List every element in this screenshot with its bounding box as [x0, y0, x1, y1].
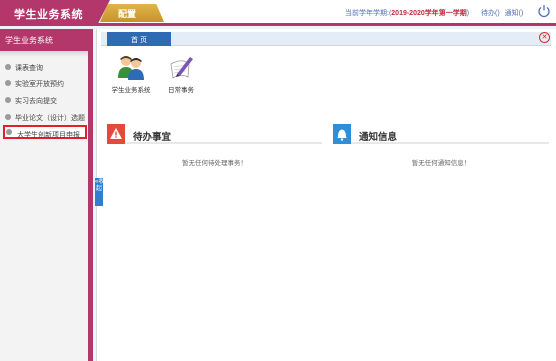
- main-content: 首 页 ✕ 学生业务系统 日常事务 待办事宜 暂无任何待处理事务！ 通知信息 暂…: [96, 29, 556, 361]
- sidebar-item-label: 毕业论文（设计）选题: [15, 115, 85, 122]
- sidebar-item-thesis[interactable]: 毕业论文（设计）选题: [3, 110, 87, 124]
- top-bar: 学生业务系统 配置 当前学年学期:(2019-2020学年第一学期) 待办() …: [0, 0, 556, 26]
- todo-panel-title: 待办事宜: [133, 132, 172, 143]
- current-term: 当前学年学期:(2019-2020学年第一学期): [345, 8, 469, 18]
- brand-title: 学生业务系统: [14, 9, 83, 21]
- sidebar-item-innovation[interactable]: 大学生创新项目申报: [3, 125, 87, 139]
- sidebar-menu: 学生业务系统 课表查询 实验室开放预约 实习去向提交 毕业论文（设计）选题 大学…: [0, 29, 88, 361]
- bullet-icon: [6, 129, 12, 135]
- bell-icon: [333, 124, 351, 144]
- term-value: 2019-2020学年第一学期: [391, 10, 467, 17]
- bullet-icon: [5, 80, 11, 86]
- notice-panel-header: 通知信息: [333, 124, 549, 144]
- top-links: 待办() 通知(): [481, 8, 526, 18]
- todo-link[interactable]: 待办(): [481, 10, 500, 17]
- app-label: 日常事务: [168, 87, 194, 94]
- sidebar-item-lab-booking[interactable]: 实验室开放预约: [3, 76, 87, 90]
- todo-panel-header: 待办事宜: [107, 124, 322, 144]
- sidebar-item-label: 实习去向提交: [15, 98, 57, 105]
- tab-strip: 首 页 ✕: [101, 32, 551, 46]
- sidebar-item-label: 实验室开放预约: [15, 81, 64, 88]
- sidebar-item-internship[interactable]: 实习去向提交: [3, 93, 87, 107]
- collapse-sidebar-button[interactable]: «收起: [95, 178, 104, 206]
- bullet-icon: [5, 114, 11, 120]
- warning-icon: [107, 124, 125, 144]
- app-label: 学生业务系统: [111, 87, 151, 94]
- term-prefix: 当前学年学期:(: [345, 10, 392, 17]
- users-icon: [118, 56, 144, 80]
- bullet-icon: [5, 64, 11, 70]
- config-tab-label[interactable]: 配置: [118, 7, 136, 20]
- sidebar-item-label: 大学生创新项目申报: [17, 132, 80, 139]
- term-suffix: ): [466, 10, 470, 17]
- app-daily-affairs[interactable]: 日常事务: [159, 54, 203, 94]
- sidebar-title: 学生业务系统: [0, 29, 88, 51]
- close-icon[interactable]: ✕: [539, 32, 550, 43]
- bullet-icon: [5, 97, 11, 103]
- sidebar-item-schedule[interactable]: 课表查询: [3, 60, 87, 74]
- sidebar-divider: [0, 51, 88, 57]
- app-student-system[interactable]: 学生业务系统: [109, 54, 153, 94]
- notice-panel-title: 通知信息: [359, 132, 398, 143]
- tab-home[interactable]: 首 页: [107, 32, 171, 46]
- power-icon[interactable]: [537, 4, 551, 18]
- pen-icon: [170, 57, 193, 79]
- notice-link[interactable]: 通知(): [505, 10, 524, 17]
- sidebar-item-label: 课表查询: [15, 65, 43, 72]
- todo-empty-message: 暂无任何待处理事务！: [182, 160, 247, 167]
- notice-empty-message: 暂无任何通知信息！: [411, 160, 471, 167]
- sidebar: 学生业务系统 课表查询 实验室开放预约 实习去向提交 毕业论文（设计）选题 大学…: [0, 29, 93, 361]
